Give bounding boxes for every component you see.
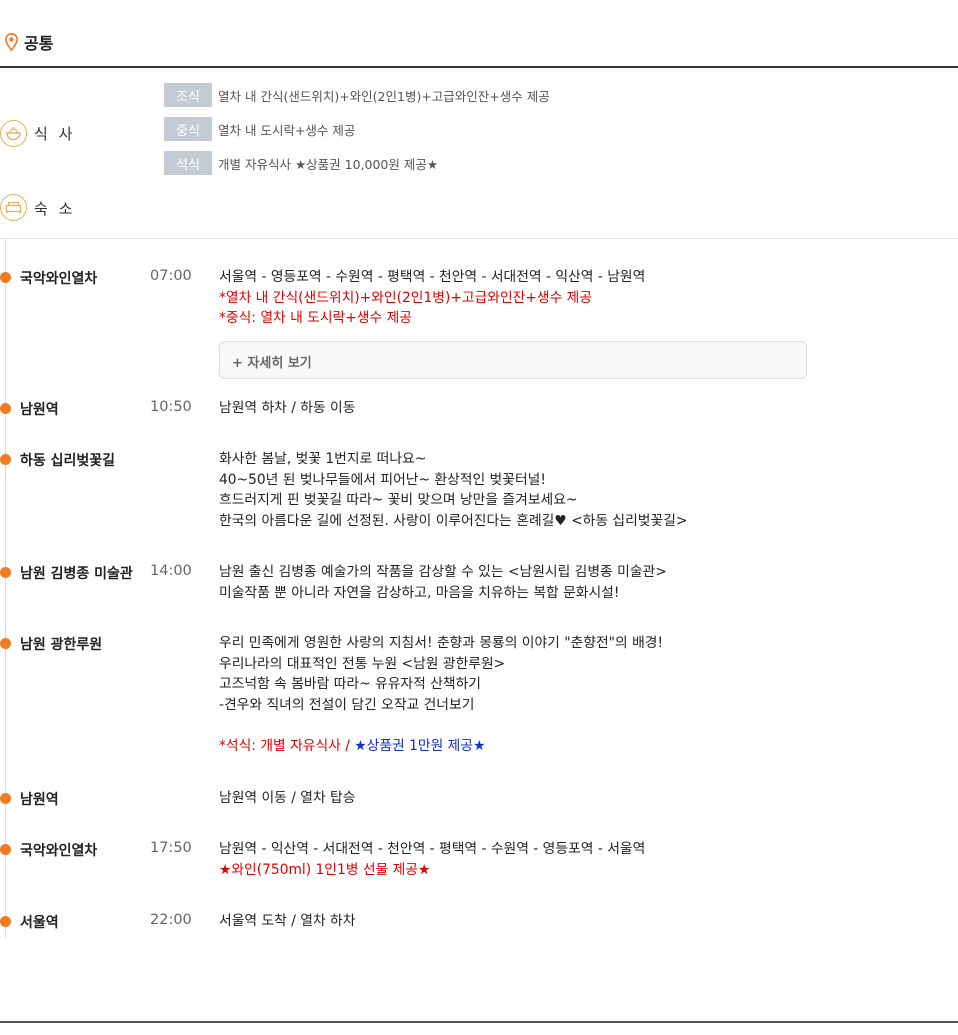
time-label: 17:50 xyxy=(150,840,192,856)
place-name: 남원역 xyxy=(20,792,59,808)
place-description: 남원역 하차 / 하동 이동 xyxy=(219,398,355,419)
lodging-label: 숙 소 xyxy=(34,200,76,218)
description-line: 남원 출신 김병종 예술가의 작품을 감상할 수 있는 <남원시립 김병종 미술… xyxy=(219,564,667,580)
timeline-dot xyxy=(0,844,11,855)
time-label: 10:50 xyxy=(150,399,192,415)
voucher-note-text: ★상품권 1만원 제공★ xyxy=(354,737,486,754)
place-description: 화사한 봄날, 벚꽃 1번지로 떠나요~ 40~50년 된 벚나무들에서 피어난… xyxy=(219,449,687,531)
bed-icon xyxy=(0,194,27,221)
breakfast-text: 열차 내 간식(샌드위치)+와인(2인1병)+고급와인잔+생수 제공 xyxy=(218,88,550,104)
dinner-text: 개별 자유식사 ★상품권 10,000원 제공★ xyxy=(218,156,439,172)
place-name: 국악와인열차 xyxy=(20,271,98,287)
section-title: 공통 xyxy=(24,34,54,53)
description-line: 남원역 하차 / 하동 이동 xyxy=(219,400,356,416)
timeline-line xyxy=(5,238,6,938)
place-name: 남원 광한루원 xyxy=(20,637,103,653)
place-description: 남원역 이동 / 열차 탑승 xyxy=(219,788,355,809)
meal-row-dinner: 석식 개별 자유식사 ★상품권 10,000원 제공★ xyxy=(164,151,438,175)
lunch-text: 열차 내 도시락+생수 제공 xyxy=(218,122,356,138)
timeline-dot xyxy=(0,793,11,804)
description-line: 우리 민족에게 영원한 사랑의 지침서! 춘향과 몽룡의 이야기 "춘향전"의 … xyxy=(219,635,664,651)
bottom-divider xyxy=(0,1021,958,1023)
place-name: 국악와인열차 xyxy=(20,843,98,859)
time-label: 22:00 xyxy=(150,912,192,928)
description-line: *열차 내 간식(샌드위치)+와인(2인1병)+고급와인잔+생수 제공 xyxy=(219,289,593,306)
show-details-label: + 자세히 보기 xyxy=(232,356,312,371)
meal-info: 식 사 조식 열차 내 간식(샌드위치)+와인(2인1병)+고급와인잔+생수 제… xyxy=(0,68,958,239)
lunch-badge: 중식 xyxy=(164,117,212,141)
meal-row-lunch: 중식 열차 내 도시락+생수 제공 xyxy=(164,117,355,141)
description-line: 한국의 아름다운 길에 선정된. 사랑이 이루어진다는 혼례길♥ <하동 십리벚… xyxy=(219,512,688,529)
description-line: 서울역 - 영등포역 - 수원역 - 평택역 - 천안역 - 서대전역 - 익산… xyxy=(219,269,646,285)
time-label: 14:00 xyxy=(150,563,192,579)
place-description: 남원 출신 김병종 예술가의 작품을 감상할 수 있는 <남원시립 김병종 미술… xyxy=(219,562,667,603)
description-line: 우리나라의 대표적인 전통 누원 <남원 광한루원> xyxy=(219,655,506,672)
meal-row-breakfast: 조식 열차 내 간식(샌드위치)+와인(2인1병)+고급와인잔+생수 제공 xyxy=(164,83,550,107)
description-line: 고즈넉함 속 봄바람 따라~ 유유자적 산책하기 xyxy=(219,676,481,692)
timeline-dot xyxy=(0,916,11,927)
description-line: 40~50년 된 벚나무들에서 피어난~ 환상적인 벚꽃터널! xyxy=(219,471,546,488)
dinner-badge: 석식 xyxy=(164,151,212,175)
location-pin-icon xyxy=(5,33,18,51)
description-line: 서울역 도착 / 열차 하차 xyxy=(219,913,356,929)
timeline-dot xyxy=(0,403,11,414)
description-line: -견우와 직녀의 전설이 담긴 오작교 건너보기 xyxy=(219,696,475,713)
timeline-dot xyxy=(0,638,11,649)
dinner-note-text: *석식: 개별 자유식사 / xyxy=(219,737,355,754)
place-description: 서울역 - 영등포역 - 수원역 - 평택역 - 천안역 - 서대전역 - 익산… xyxy=(219,267,645,329)
meal-label: 식 사 xyxy=(34,125,76,143)
description-line: *중식: 열차 내 도시락+생수 제공 xyxy=(219,310,412,326)
dinner-note: *석식: 개별 자유식사 / ★상품권 1만원 제공★ xyxy=(219,736,663,757)
meal-bowl-icon xyxy=(0,120,27,147)
breakfast-badge: 조식 xyxy=(164,83,212,107)
place-name: 남원역 xyxy=(20,402,59,418)
place-description: 우리 민족에게 영원한 사랑의 지침서! 춘향과 몽룡의 이야기 "춘향전"의 … xyxy=(219,633,663,756)
description-line: 미술작품 뿐 아니라 자연을 감상하고, 마음을 치유하는 복합 문화시설! xyxy=(219,584,620,601)
description-line: 남원역 이동 / 열차 탑승 xyxy=(219,790,356,806)
show-details-button[interactable]: + 자세히 보기 xyxy=(219,341,807,379)
timeline-dot xyxy=(0,567,11,578)
description-line: ★와인(750ml) 1인1병 선물 제공★ xyxy=(219,861,431,878)
place-description: 남원역 - 익산역 - 서대전역 - 천안역 - 평택역 - 수원역 - 영등포… xyxy=(219,839,645,880)
place-name: 서울역 xyxy=(20,915,59,931)
timeline-dot xyxy=(0,272,11,283)
description-line: 화사한 봄날, 벚꽃 1번지로 떠나요~ xyxy=(219,451,427,467)
description-line: 흐드러지게 핀 벚꽃길 따라~ 꽃비 맞으며 낭만을 즐겨보세요~ xyxy=(219,492,578,508)
place-name: 남원 김병종 미술관 xyxy=(20,566,133,582)
timeline-dot xyxy=(0,454,11,465)
time-label: 07:00 xyxy=(150,268,192,284)
description-line: 남원역 - 익산역 - 서대전역 - 천안역 - 평택역 - 수원역 - 영등포… xyxy=(219,841,646,857)
place-description: 서울역 도착 / 열차 하차 xyxy=(219,911,355,932)
section-header: 공통 xyxy=(0,0,958,68)
place-name: 하동 십리벚꽃길 xyxy=(20,453,116,469)
